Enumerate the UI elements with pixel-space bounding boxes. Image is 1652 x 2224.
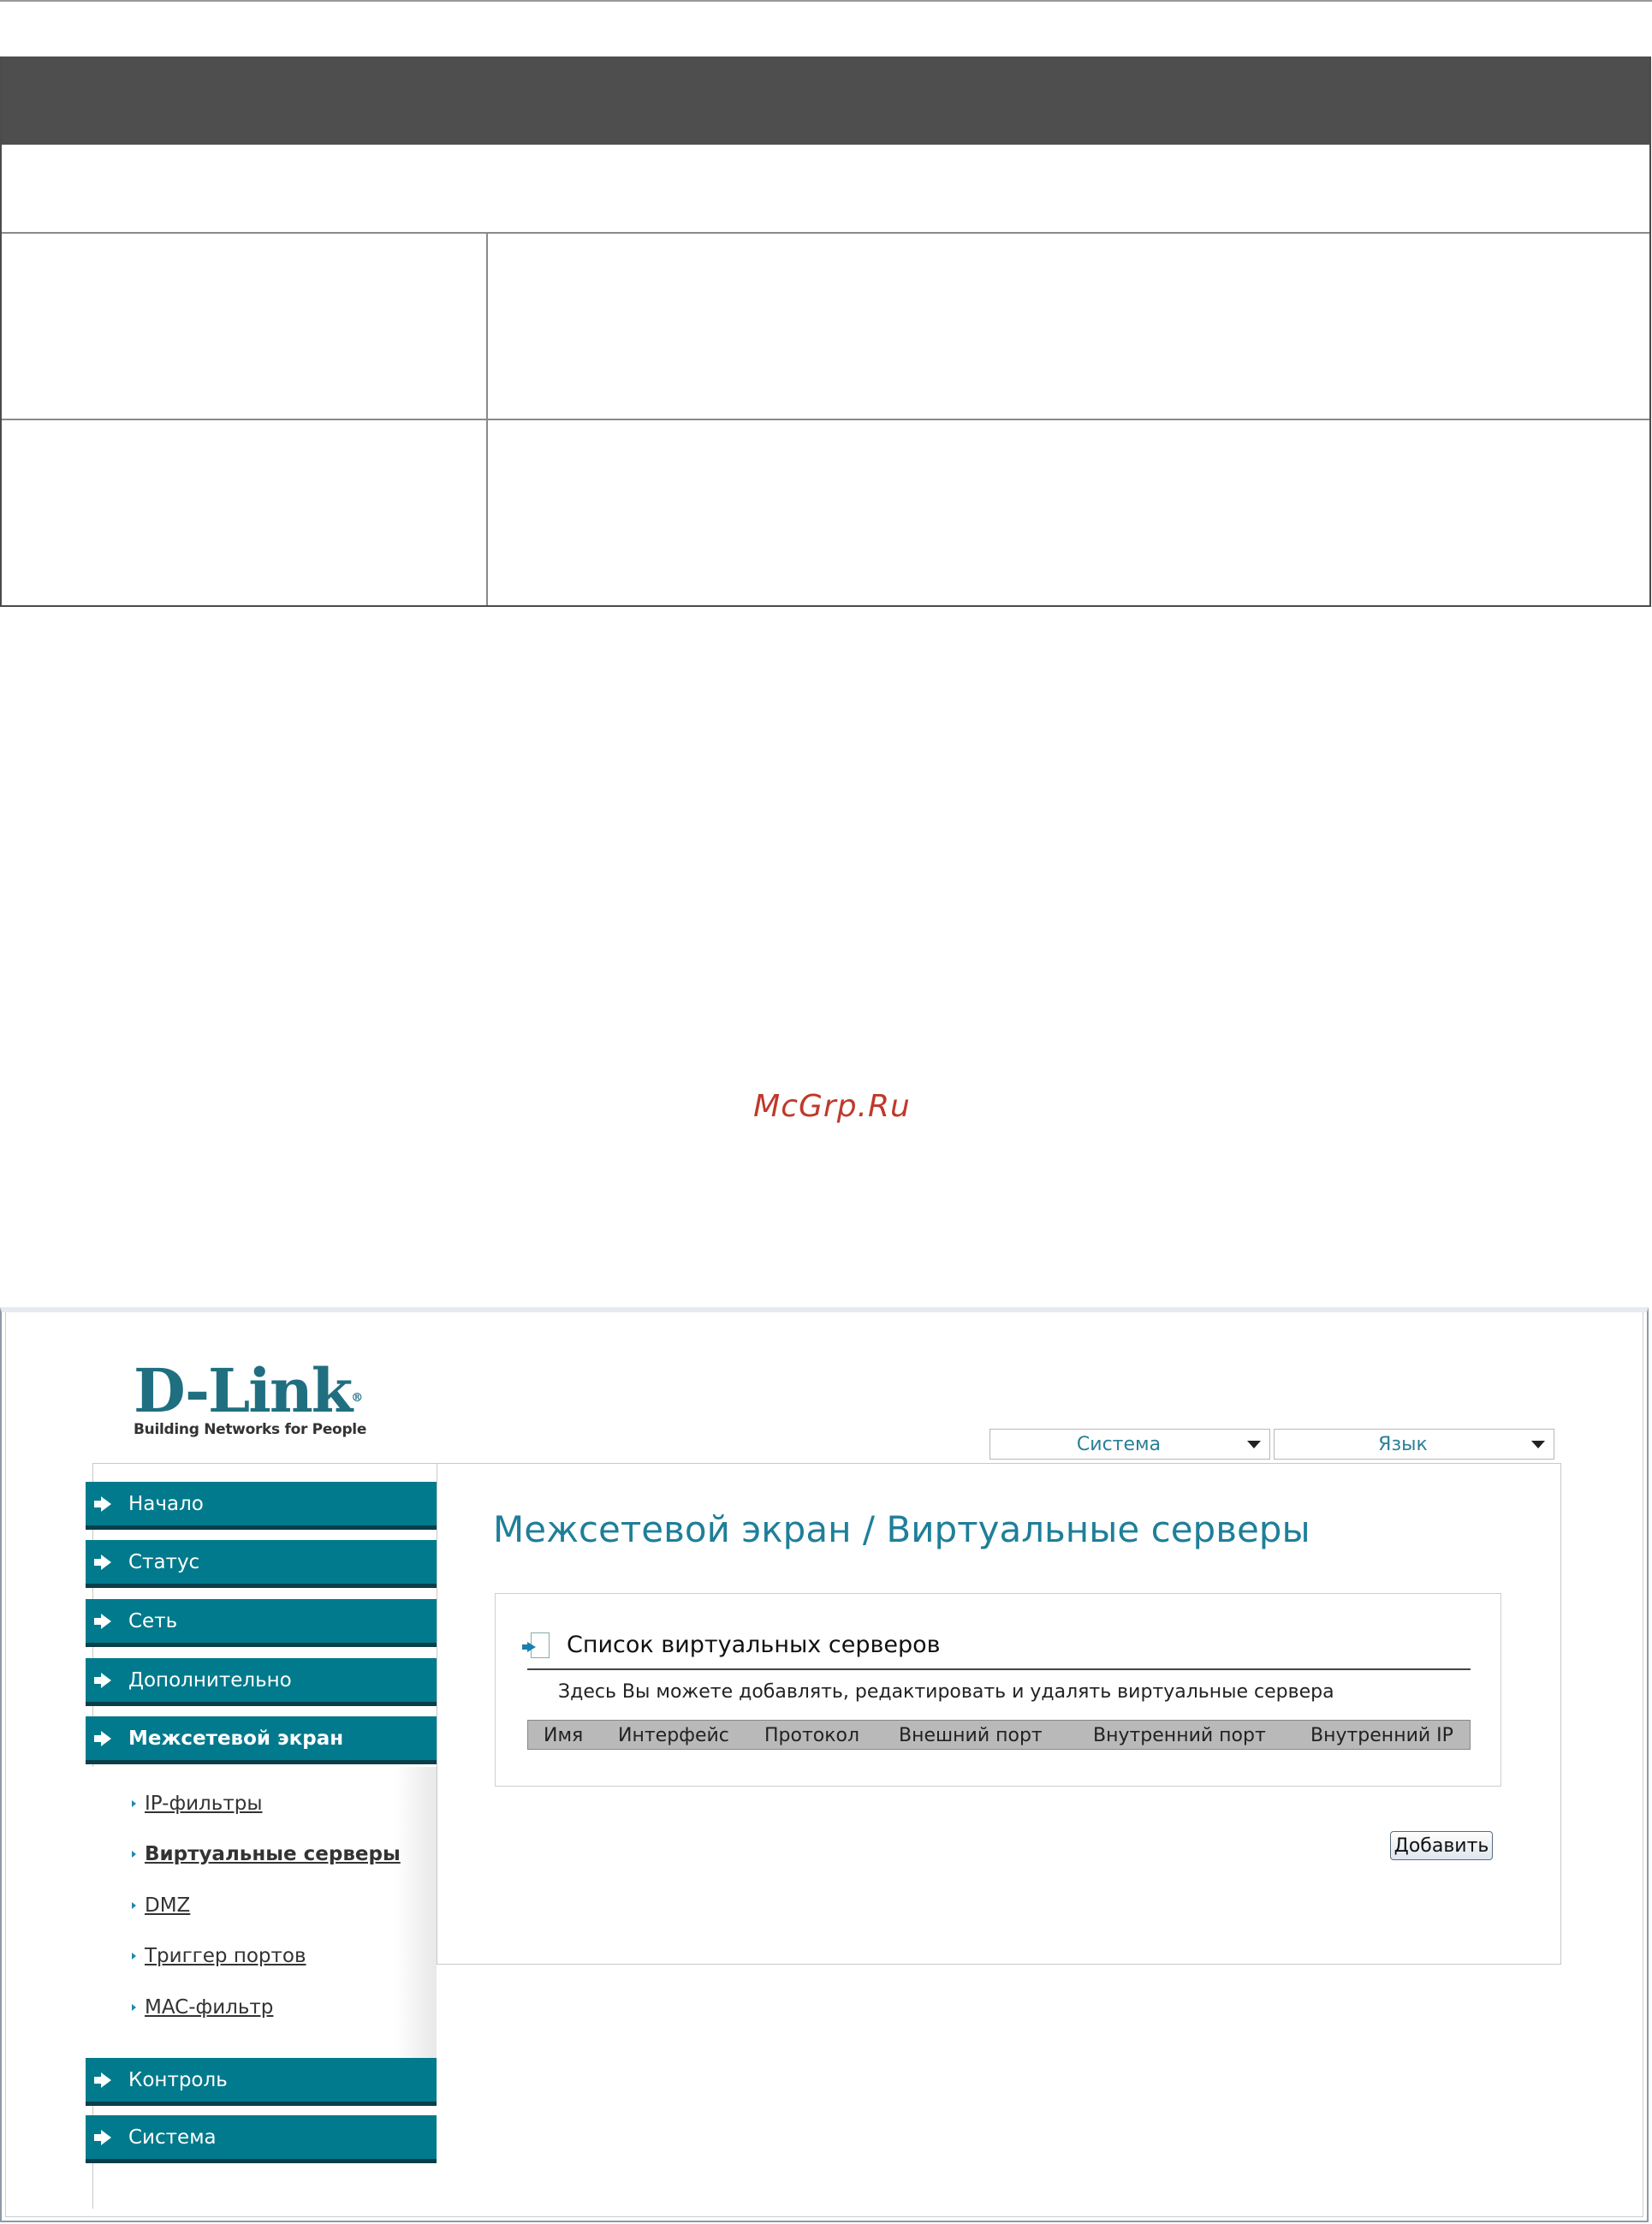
bullet-icon [132,1851,136,1858]
arrow-right-icon [94,1672,111,1688]
arrow-right-icon [94,2129,111,2145]
system-menu-select[interactable]: Система [989,1429,1270,1460]
sidebar-item-system[interactable]: Система [86,2115,437,2163]
subitem-dmz[interactable]: DMZ [132,1894,190,1917]
column-header-interface: Интерфейс [618,1725,729,1746]
column-header-external-port: Внешний порт [899,1725,1043,1746]
subitem-label: Триггер портов [145,1945,306,1967]
document-table-cell [488,420,1649,605]
top-rule [0,0,1652,2]
bullet-icon [132,1953,136,1959]
sidebar-item-label: Дополнительно [128,1668,292,1692]
section-header: Список виртуальных серверов [522,1632,941,1658]
document-arrow-icon [522,1632,550,1658]
logo-brand: D-Link® [134,1361,366,1421]
language-select[interactable]: Язык [1274,1429,1554,1460]
page-title: Межсетевой экран / Виртуальные серверы [493,1508,1310,1550]
sidebar-item-label: Система [128,2126,217,2149]
arrow-right-icon [94,1613,111,1629]
sidebar-item-label: Статус [128,1550,200,1573]
document-table-header [2,56,1649,145]
watermark: McGrp.Ru [753,1089,911,1124]
document-table-row [2,419,1649,605]
sidebar-item-label: Контроль [128,2068,228,2091]
sidebar-item-status[interactable]: Статус [86,1540,437,1588]
system-menu-label: Система [1076,1433,1162,1455]
subitem-label: IP-фильтры [145,1793,263,1815]
document-table-cell [2,234,488,419]
arrow-right-icon [94,1730,111,1746]
subitem-label: Виртуальные серверы [145,1843,401,1865]
sidebar-item-label: Сеть [128,1609,178,1632]
language-label: Язык [1378,1433,1428,1455]
sidebar-item-label: Начало [128,1492,204,1515]
document-table-cell [2,420,488,605]
document-table-cell [488,234,1649,419]
column-header-name: Имя [544,1725,584,1746]
bullet-icon [132,1902,136,1909]
chevron-down-icon [1531,1440,1545,1448]
logo-tagline: Building Networks for People [134,1421,367,1438]
document-table-subheader [2,145,1649,234]
subitem-virtual-servers[interactable]: Виртуальные серверы [132,1843,401,1865]
registered-mark: ® [351,1391,363,1405]
sidebar-item-label: Межсетевой экран [128,1727,344,1750]
column-header-internal-port: Внутренний порт [1093,1725,1266,1746]
column-header-protocol: Протокол [764,1725,860,1746]
subitem-port-trigger[interactable]: Триггер портов [132,1945,306,1967]
subitem-label: MAC-фильтр [145,1996,274,2019]
section-title: Список виртуальных серверов [567,1632,941,1658]
sidebar-item-control[interactable]: Контроль [86,2058,437,2106]
sidebar-item-firewall[interactable]: Межсетевой экран [86,1716,437,1764]
section-divider [527,1668,1471,1670]
dlink-logo: D-Link® Building Networks for People [134,1361,367,1439]
subitem-mac-filter[interactable]: MAC-фильтр [132,1996,273,2019]
arrow-right-icon [94,1496,111,1512]
document-table-row [2,234,1649,419]
bullet-icon [132,1800,136,1807]
add-button[interactable]: Добавить [1390,1831,1493,1860]
subitem-ip-filters[interactable]: IP-фильтры [132,1793,262,1815]
chevron-down-icon [1247,1440,1261,1448]
table-header: Имя Интерфейс Протокол Внешний порт Внут… [527,1720,1471,1750]
bullet-icon [132,2004,136,2011]
sidebar-item-start[interactable]: Начало [86,1482,437,1530]
arrow-right-icon [94,2072,111,2088]
logo-brand-text: D-Link [134,1355,353,1426]
column-header-internal-ip: Внутренний IP [1310,1725,1453,1746]
arrow-right-icon [94,1554,111,1570]
subitem-label: DMZ [145,1894,191,1917]
document-table [0,56,1651,607]
sidebar-item-network[interactable]: Сеть [86,1599,437,1647]
sidebar-item-advanced[interactable]: Дополнительно [86,1658,437,1706]
section-description: Здесь Вы можете добавлять, редактировать… [558,1681,1334,1703]
